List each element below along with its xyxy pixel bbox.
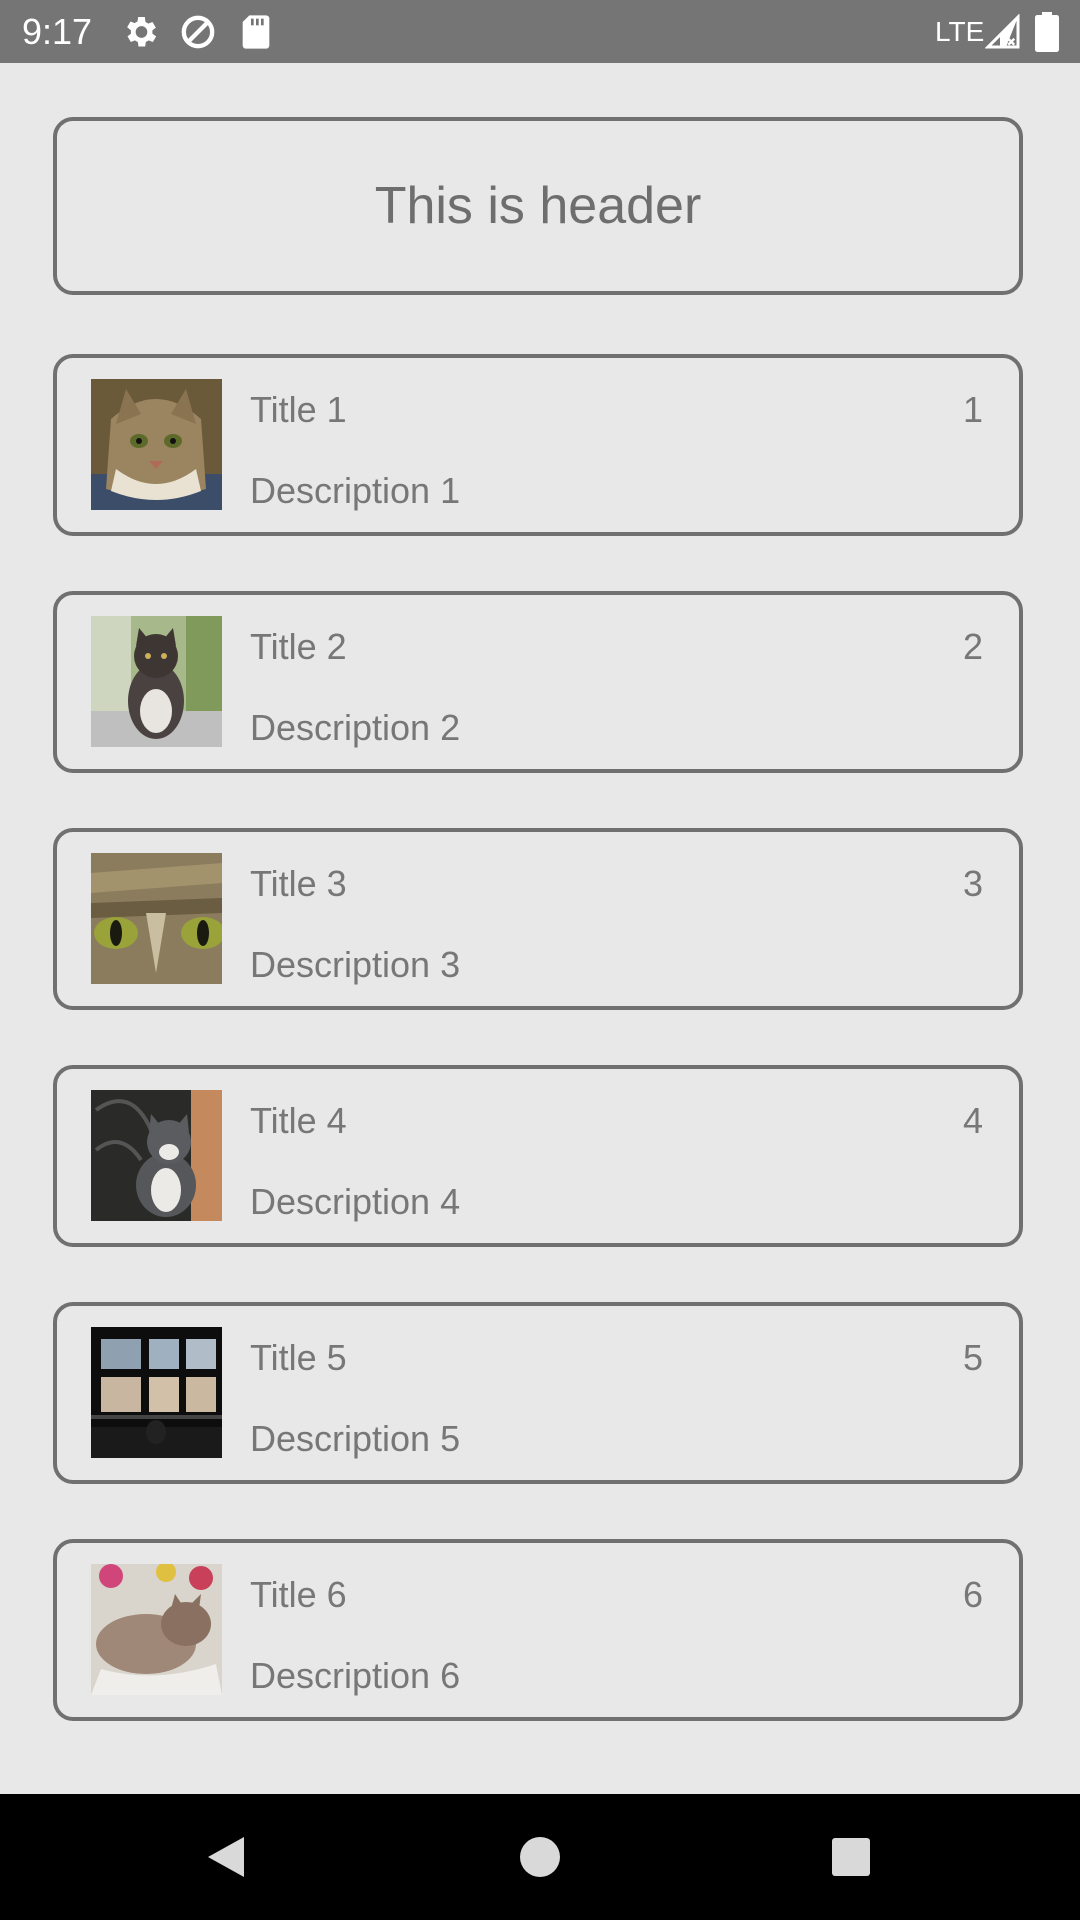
list-item[interactable]: Title 1 Description 1 1 [53, 354, 1023, 536]
item-title: Title 2 [250, 626, 347, 667]
item-description: Description 4 [250, 1181, 461, 1222]
list-item[interactable]: Title 3 Description 3 3 [53, 828, 1023, 1010]
cat-thumbnail-image [91, 379, 222, 510]
item-number: 6 [962, 1574, 983, 1615]
status-time: 9:17 [22, 11, 93, 52]
cat-thumbnail-image [91, 853, 222, 984]
list-item[interactable]: Title 4 Description 4 4 [53, 1065, 1023, 1247]
settings-icon [120, 12, 160, 52]
battery-icon [1035, 12, 1075, 52]
item-title: Title 3 [250, 863, 347, 904]
cat-thumbnail-image [91, 1327, 222, 1458]
home-icon[interactable] [512, 1829, 568, 1885]
data-saver-icon [178, 12, 218, 52]
item-number: 2 [962, 626, 983, 667]
content-area: This is header Title 1 Description 1 1 T… [0, 63, 1080, 1794]
item-number: 1 [962, 389, 983, 430]
item-description: Description 1 [250, 470, 461, 511]
sd-card-icon [236, 12, 276, 52]
recents-icon[interactable] [823, 1829, 879, 1885]
list-item[interactable]: Title 5 Description 5 5 [53, 1302, 1023, 1484]
header-text: This is header [374, 177, 702, 235]
network-type-label: LTE [935, 16, 985, 47]
item-title: Title 5 [250, 1337, 347, 1378]
status-bar: 9:17 LTE [0, 0, 1080, 63]
item-title: Title 4 [250, 1100, 347, 1141]
back-icon[interactable] [198, 1829, 254, 1885]
item-title: Title 6 [250, 1574, 347, 1615]
item-description: Description 6 [250, 1655, 461, 1696]
item-number: 5 [962, 1337, 983, 1378]
navigation-bar [0, 1794, 1080, 1920]
item-number: 4 [962, 1100, 983, 1141]
cat-thumbnail-image [91, 1090, 222, 1221]
item-description: Description 2 [250, 707, 461, 748]
item-title: Title 1 [250, 389, 347, 430]
item-description: Description 3 [250, 944, 461, 985]
list-item[interactable]: Title 2 Description 2 2 [53, 591, 1023, 773]
list-header: This is header [53, 117, 1023, 295]
list-item[interactable]: Title 6 Description 6 6 [53, 1539, 1023, 1721]
signal-icon [984, 13, 1025, 54]
cat-thumbnail-image [91, 616, 222, 747]
cat-thumbnail-image [91, 1564, 222, 1695]
item-description: Description 5 [250, 1418, 461, 1459]
item-number: 3 [962, 863, 983, 904]
